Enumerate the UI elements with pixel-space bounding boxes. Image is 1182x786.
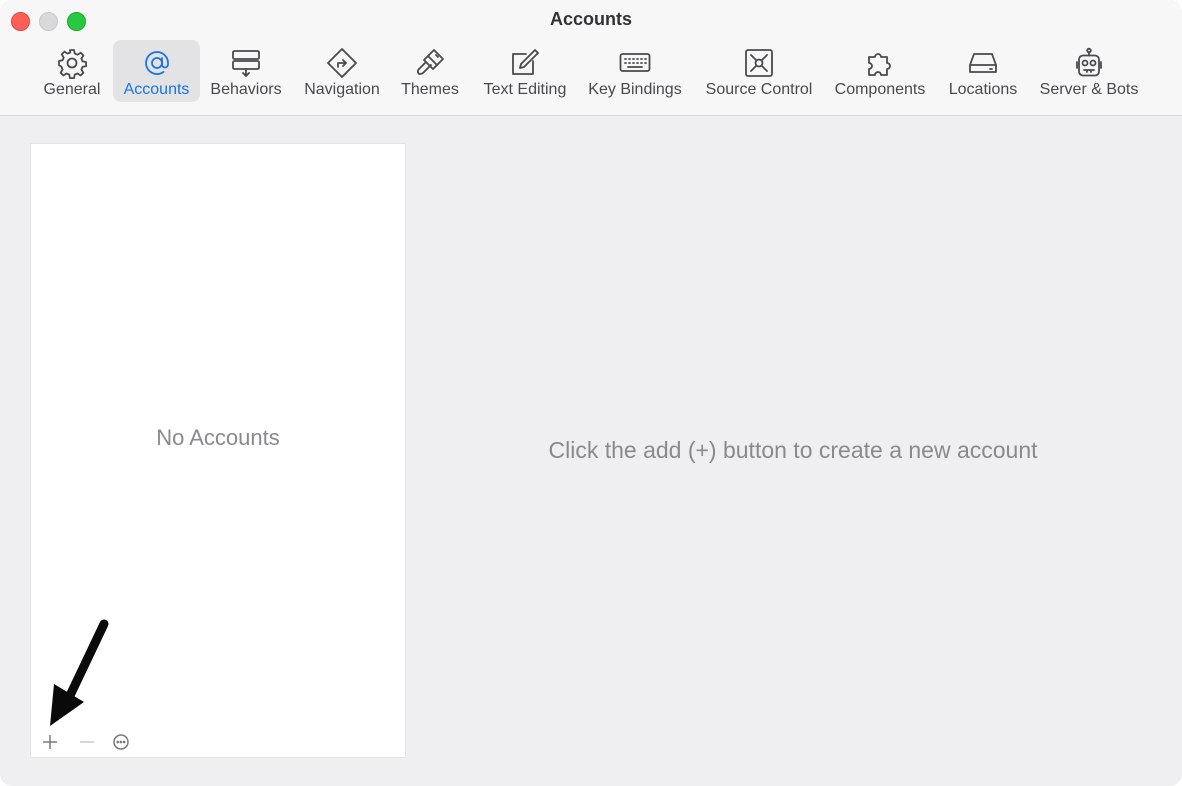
pencil-square-icon bbox=[508, 46, 542, 80]
tab-accounts[interactable]: Accounts bbox=[113, 40, 200, 102]
tab-themes-label: Themes bbox=[401, 81, 459, 98]
tab-navigation[interactable]: Navigation bbox=[298, 40, 386, 102]
gear-icon bbox=[55, 46, 89, 80]
detail-empty-message: Click the add (+) button to create a new… bbox=[548, 437, 1038, 463]
list-toolbar bbox=[31, 727, 405, 757]
tab-key-bindings-label: Key Bindings bbox=[588, 81, 682, 98]
annotation-arrow-icon bbox=[50, 619, 109, 726]
keyboard-icon bbox=[618, 46, 652, 80]
tab-locations-label: Locations bbox=[948, 81, 1018, 98]
tab-components-label: Components bbox=[834, 81, 926, 98]
tab-source-control-label: Source Control bbox=[705, 81, 813, 98]
tab-general-label: General bbox=[43, 81, 101, 98]
tab-server-bots-label: Server & Bots bbox=[1039, 81, 1139, 98]
source-control-icon bbox=[742, 46, 776, 80]
drive-icon bbox=[966, 46, 1000, 80]
tab-themes[interactable]: Themes bbox=[396, 40, 464, 102]
tab-key-bindings[interactable]: Key Bindings bbox=[583, 40, 687, 102]
empty-list-message: No Accounts bbox=[156, 425, 280, 450]
tab-navigation-label: Navigation bbox=[304, 81, 380, 98]
robot-icon bbox=[1072, 46, 1106, 80]
window-title: Accounts bbox=[549, 9, 632, 29]
tab-server-bots[interactable]: Server & Bots bbox=[1032, 40, 1146, 102]
tab-text-editing-label: Text Editing bbox=[483, 81, 567, 98]
tab-source-control[interactable]: Source Control bbox=[698, 40, 820, 102]
navigation-icon bbox=[325, 46, 359, 80]
remove-account-button[interactable] bbox=[74, 729, 100, 755]
more-options-button[interactable] bbox=[108, 729, 134, 755]
tab-general[interactable]: General bbox=[34, 40, 110, 102]
paintbrush-icon bbox=[413, 46, 447, 80]
titlebar: Accounts General Accounts Behaviors Navi… bbox=[0, 0, 1182, 116]
at-sign-icon bbox=[140, 46, 174, 80]
tab-text-editing[interactable]: Text Editing bbox=[476, 40, 574, 102]
add-account-button[interactable] bbox=[37, 729, 63, 755]
ellipsis-circle-icon bbox=[113, 734, 129, 750]
tab-behaviors[interactable]: Behaviors bbox=[204, 40, 288, 102]
puzzle-icon bbox=[863, 46, 897, 80]
minus-icon bbox=[80, 741, 94, 743]
tab-behaviors-label: Behaviors bbox=[210, 81, 282, 98]
preferences-window: Accounts General Accounts Behaviors Navi… bbox=[0, 0, 1182, 786]
plus-icon bbox=[43, 735, 57, 749]
tab-locations[interactable]: Locations bbox=[941, 40, 1025, 102]
tab-components[interactable]: Components bbox=[828, 40, 932, 102]
behaviors-icon bbox=[229, 46, 263, 80]
tab-accounts-label: Accounts bbox=[123, 81, 190, 98]
